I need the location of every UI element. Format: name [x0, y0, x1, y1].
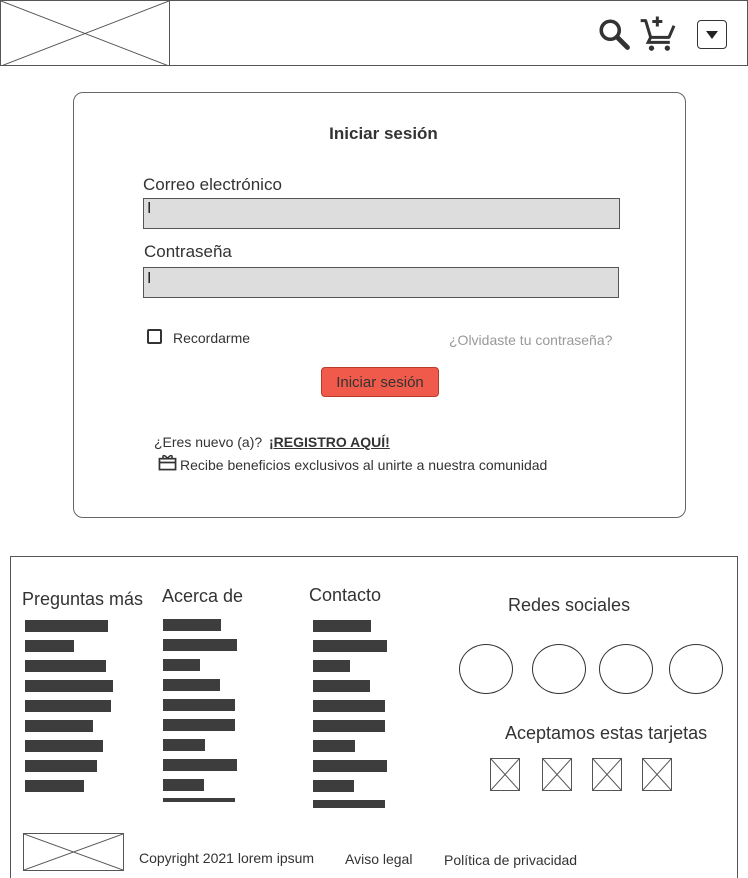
caret-down-icon [706, 31, 718, 39]
contact-heading: Contacto [309, 585, 382, 605]
about-heading: Acerca de [162, 586, 244, 606]
faq-link-placeholder[interactable] [25, 640, 74, 652]
contact-link-placeholder[interactable] [313, 760, 387, 772]
about-link-placeholder[interactable] [163, 619, 221, 631]
gift-icon [158, 454, 177, 471]
faq-link-placeholder[interactable] [25, 700, 111, 712]
search-icon[interactable] [596, 16, 632, 52]
social-link-circle[interactable] [599, 644, 653, 694]
benefits-text: Recibe beneficios exclusivos al unirte a… [180, 457, 548, 473]
image-placeholder-icon [491, 759, 519, 790]
contact-link-placeholder[interactable] [313, 740, 355, 752]
faq-link-placeholder[interactable] [25, 760, 97, 772]
contact-link-placeholder[interactable] [313, 720, 385, 732]
social-link-circle[interactable] [669, 644, 723, 694]
password-input[interactable] [143, 267, 619, 298]
about-link-placeholder[interactable] [163, 659, 200, 671]
login-title: Iniciar sesión [329, 124, 438, 143]
payment-card-placeholder [642, 758, 672, 791]
forgot-password-link[interactable]: ¿Olvidaste tu contraseña? [449, 332, 612, 348]
about-link-placeholder[interactable] [163, 699, 235, 711]
image-placeholder-icon [1, 1, 169, 66]
payment-card-placeholder [592, 758, 622, 791]
about-link-placeholder[interactable] [163, 639, 237, 651]
email-input[interactable] [143, 198, 620, 229]
login-submit-button[interactable]: Iniciar sesión [321, 367, 439, 397]
faq-link-placeholder[interactable] [25, 740, 103, 752]
top-header [0, 0, 748, 66]
about-link-placeholder[interactable] [163, 798, 235, 802]
image-placeholder-icon [643, 759, 671, 790]
contact-link-placeholder[interactable] [313, 780, 354, 792]
password-text-cursor: I [147, 270, 152, 287]
payment-card-placeholder [490, 758, 520, 791]
contact-link-placeholder[interactable] [313, 640, 387, 652]
legal-notice-link[interactable]: Aviso legal [345, 851, 412, 867]
contact-link-placeholder[interactable] [313, 700, 385, 712]
contact-link-placeholder[interactable] [313, 800, 385, 808]
register-link[interactable]: ¡REGISTRO AQUÍ! [269, 434, 390, 450]
contact-link-placeholder[interactable] [313, 660, 350, 672]
about-link-placeholder[interactable] [163, 779, 204, 791]
logo-placeholder-image[interactable] [1, 1, 170, 66]
social-link-circle[interactable] [459, 644, 513, 694]
add-to-cart-icon[interactable] [638, 14, 680, 54]
menu-dropdown-button[interactable] [697, 20, 727, 49]
contact-link-placeholder[interactable] [313, 620, 371, 632]
faq-heading: Preguntas más [22, 589, 144, 609]
cards-heading: Aceptamos estas tarjetas [505, 723, 708, 743]
faq-link-placeholder[interactable] [25, 660, 106, 672]
remember-me-checkbox[interactable] [147, 329, 162, 344]
remember-me-label: Recordarme [173, 330, 251, 346]
copyright-text: Copyright 2021 lorem ipsum [139, 850, 315, 866]
footer-logo-placeholder[interactable] [23, 833, 124, 871]
password-label: Contraseña [144, 242, 232, 261]
faq-link-placeholder[interactable] [25, 620, 108, 632]
email-label: Correo electrónico [143, 175, 282, 194]
privacy-policy-link[interactable]: Política de privacidad [444, 852, 577, 868]
new-user-text: ¿Eres nuevo (a)? [154, 434, 263, 450]
social-link-circle[interactable] [532, 644, 586, 694]
about-link-placeholder[interactable] [163, 739, 205, 751]
faq-link-placeholder[interactable] [25, 720, 93, 732]
contact-link-placeholder[interactable] [313, 680, 370, 692]
faq-link-placeholder[interactable] [25, 780, 84, 792]
email-text-cursor: I [147, 200, 152, 217]
about-link-placeholder[interactable] [163, 719, 235, 731]
faq-link-placeholder[interactable] [25, 680, 113, 692]
image-placeholder-icon [543, 759, 571, 790]
about-link-placeholder[interactable] [163, 759, 237, 771]
image-placeholder-icon [593, 759, 621, 790]
payment-card-placeholder [542, 758, 572, 791]
about-link-placeholder[interactable] [163, 679, 220, 691]
social-heading: Redes sociales [508, 595, 631, 615]
image-placeholder-icon [24, 834, 123, 870]
